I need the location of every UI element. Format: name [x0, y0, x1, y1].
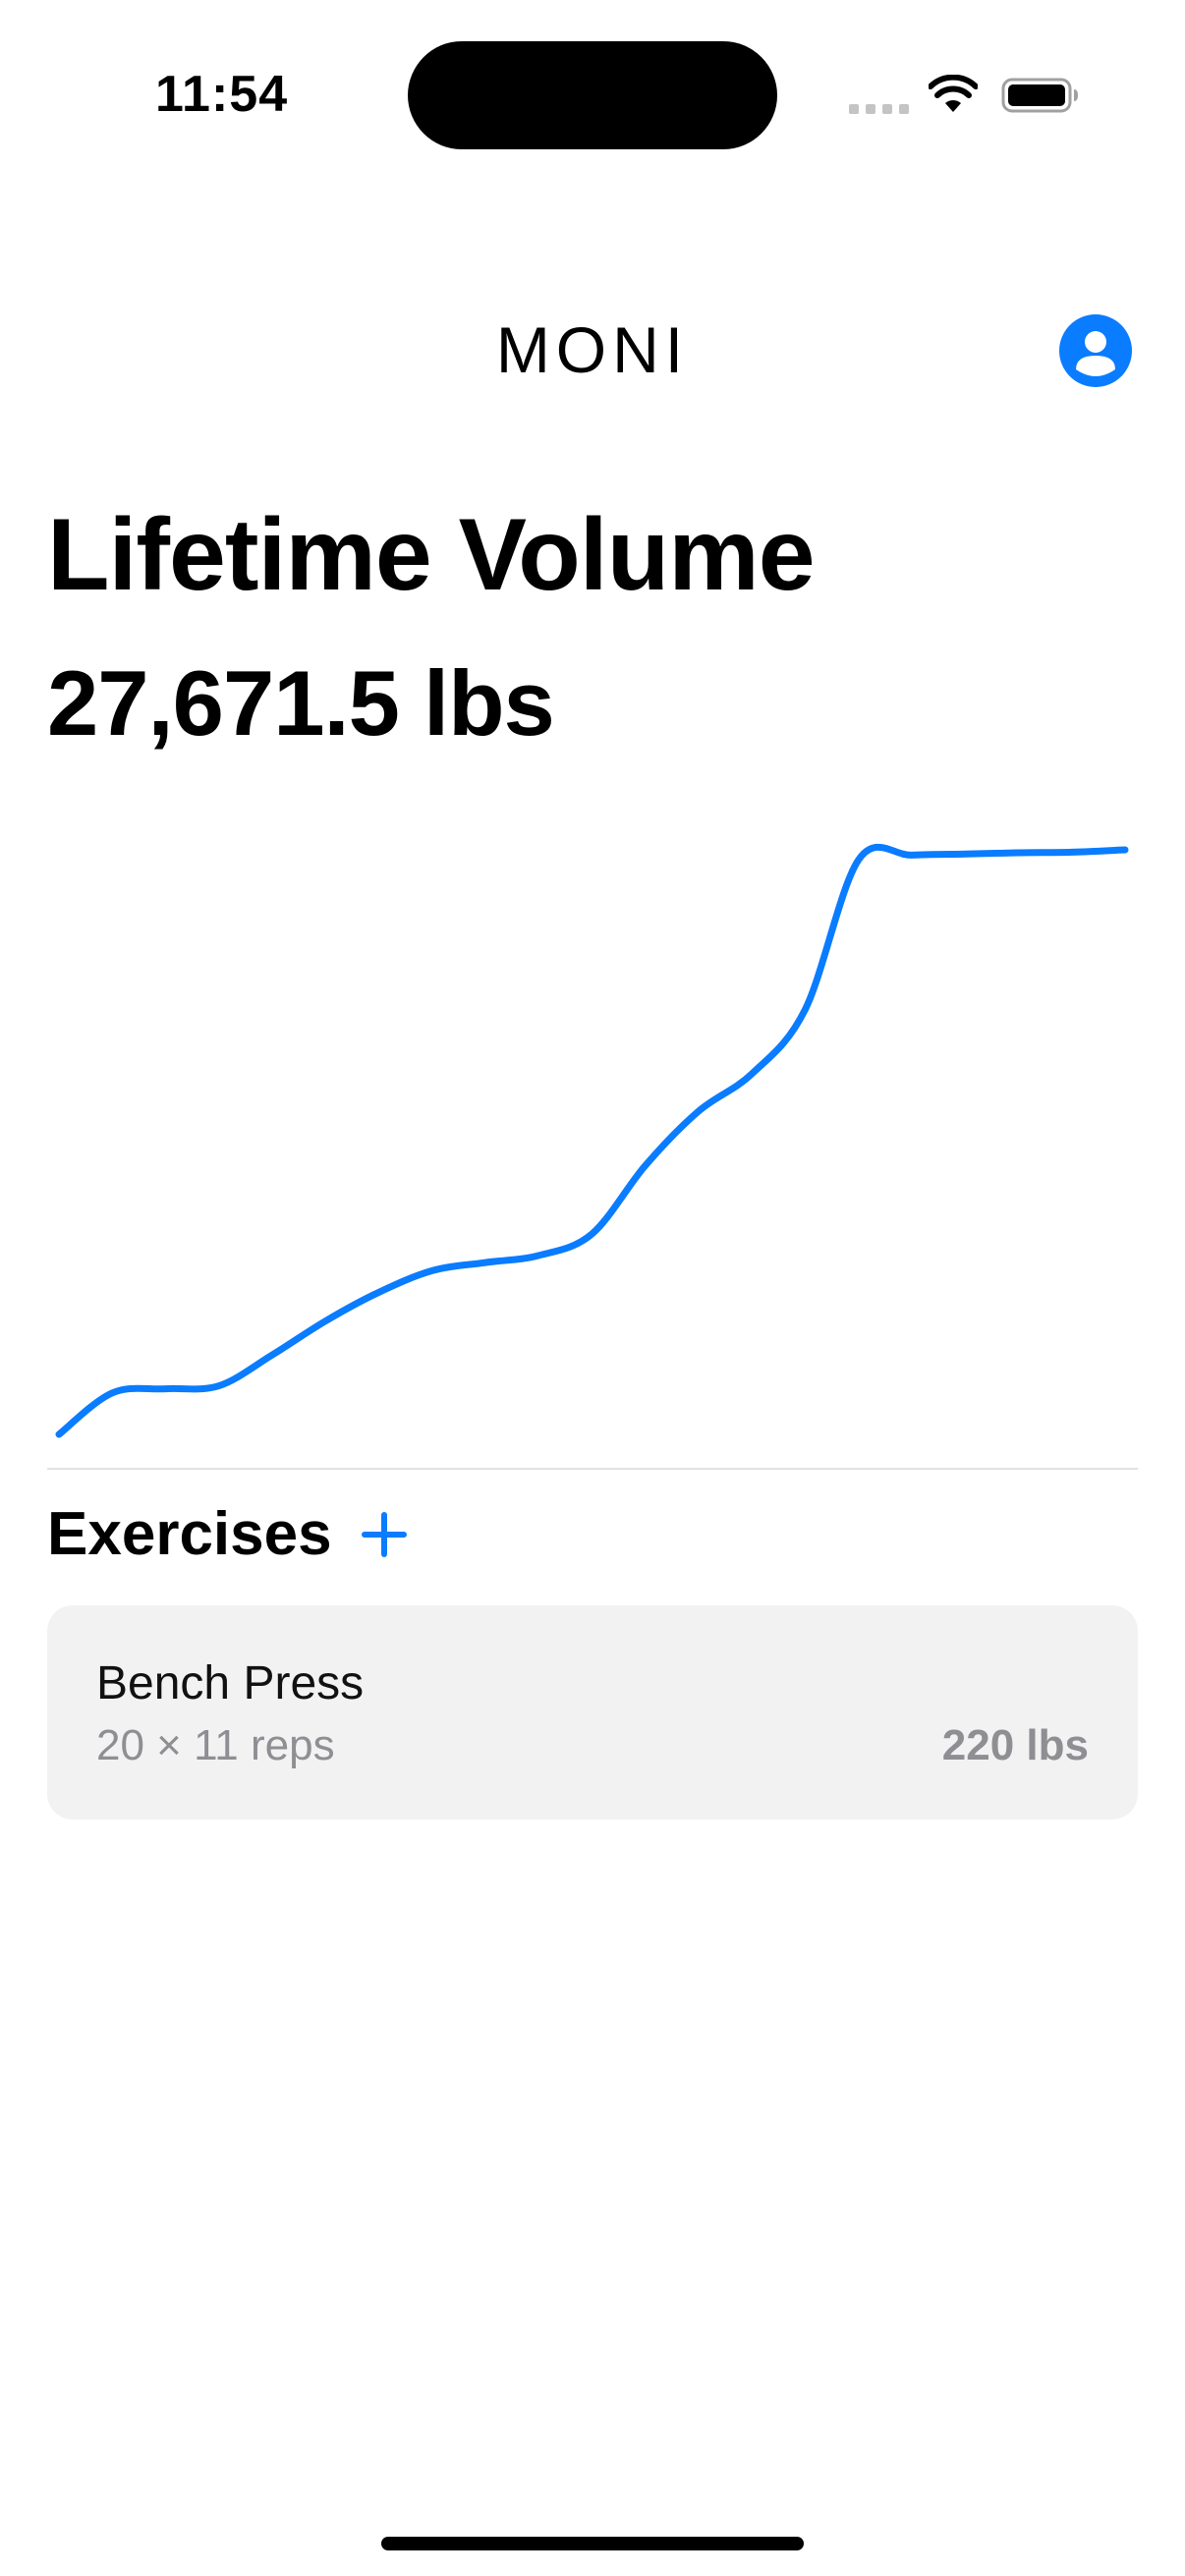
plus-icon: [361, 1511, 407, 1557]
dynamic-island: [408, 41, 777, 149]
status-time: 11:54: [155, 66, 289, 123]
lifetime-volume-title: Lifetime Volume: [47, 498, 816, 612]
person-circle-icon: [1076, 331, 1115, 376]
exercise-weight: 220 lbs: [941, 1721, 1089, 1769]
exercise-name: Bench Press: [96, 1657, 365, 1709]
volume-series-line: [55, 843, 1129, 1438]
exercises-header: Exercises: [47, 1499, 409, 1569]
app-title: MONI: [495, 313, 690, 386]
volume-chart: [55, 843, 1129, 1438]
exercise-card-bench-press[interactable]: Bench Press 20 × 11 reps 220 lbs: [47, 1605, 1138, 1820]
status-bar: 11:54: [0, 0, 1185, 196]
exercises-title: Exercises: [47, 1500, 332, 1568]
lifetime-volume-value: 27,671.5 lbs: [47, 651, 555, 755]
exercise-sets-reps: 20 × 11 reps: [96, 1721, 335, 1769]
cellular-signal-icon: [849, 104, 909, 114]
home-indicator: [381, 2537, 804, 2550]
add-exercise-button[interactable]: [360, 1510, 409, 1559]
profile-button[interactable]: [1059, 314, 1132, 387]
chart-divider: [47, 1468, 1138, 1470]
battery-icon: [1001, 78, 1078, 113]
wifi-icon: [929, 75, 978, 112]
